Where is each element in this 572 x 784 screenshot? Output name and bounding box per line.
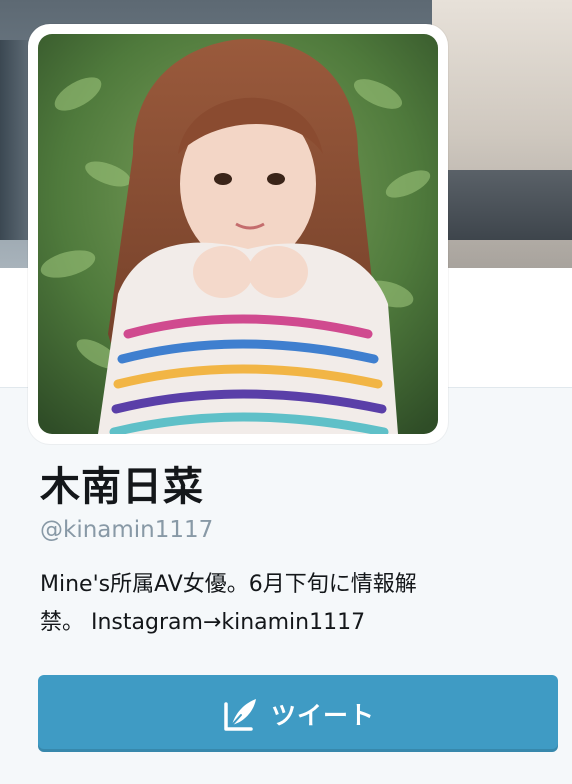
tweet-button[interactable]: ツイート	[38, 675, 558, 752]
banner-shadow-band	[432, 170, 572, 240]
profile-display-name: 木南日菜	[40, 464, 204, 510]
tweet-button-label: ツイート	[270, 700, 375, 730]
profile-bio: Mine's所属AV女優。6月下旬に情報解 禁。 Instagram→kinam…	[40, 566, 540, 642]
avatar-photo	[38, 34, 438, 434]
quill-pen-icon	[224, 698, 256, 731]
profile-avatar[interactable]	[38, 34, 438, 434]
profile-bio-line: 禁。 Instagram→kinamin1117	[40, 610, 366, 635]
profile-avatar-frame[interactable]	[28, 24, 448, 444]
profile-bio-line: Mine's所属AV女優。6月下旬に情報解	[40, 572, 417, 597]
profile-handle[interactable]: @kinamin1117	[40, 514, 213, 546]
